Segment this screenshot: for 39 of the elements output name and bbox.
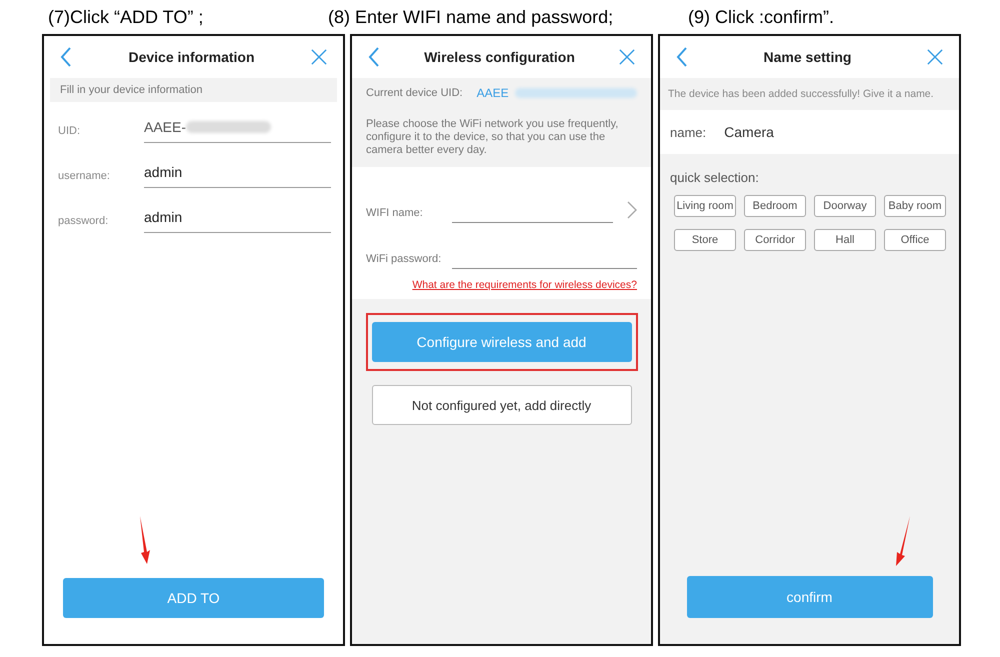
step-caption: (8) Enter WIFI name and password;	[328, 6, 614, 29]
back-icon[interactable]	[676, 47, 688, 67]
room-chip[interactable]: Living room	[674, 195, 736, 217]
name-field[interactable]: name: Camera	[660, 110, 959, 154]
screen-title: Name setting	[764, 49, 852, 65]
chevron-icon[interactable]	[627, 201, 637, 219]
uid-value: AAEE	[476, 86, 509, 100]
room-chip[interactable]: Baby room	[884, 195, 946, 217]
field-label: WIFI name:	[366, 207, 424, 221]
close-icon[interactable]	[618, 49, 635, 65]
input-field[interactable]: admin	[144, 157, 331, 188]
uid-label: Current device UID:	[366, 87, 463, 99]
section-label: quick selection:	[669, 169, 760, 187]
screen-title: Wireless configuration	[424, 49, 575, 65]
success-notice: The device has been added successfully! Give it a name.	[667, 87, 935, 102]
field-label: username:	[58, 170, 111, 184]
step-caption: (7)Click “ADD TO” ;	[47, 6, 204, 29]
requirements-link[interactable]: What are the requirements for wireless devices?	[412, 279, 637, 291]
close-icon[interactable]	[311, 49, 327, 65]
section-hint: Fill in your device information	[50, 78, 337, 102]
screen-title: Device information	[128, 49, 255, 65]
field-label: WiFi password:	[366, 253, 442, 267]
close-icon[interactable]	[926, 49, 943, 65]
room-chip[interactable]: Hall	[814, 229, 876, 251]
input-field[interactable]: admin	[144, 202, 331, 233]
room-chip[interactable]: Store	[674, 229, 736, 251]
room-chip[interactable]: Corridor	[744, 229, 806, 251]
input-field[interactable]: AAEE-	[144, 112, 331, 143]
room-chip[interactable]: Office	[884, 229, 946, 251]
intro-text: Please choose the WiFi network you use frequently, configure it to the device, so that you can use the camera better every day.	[366, 118, 620, 157]
back-icon[interactable]	[60, 47, 72, 67]
back-icon[interactable]	[368, 47, 380, 67]
field-label: UID:	[58, 125, 81, 139]
field-label: password:	[58, 215, 110, 229]
add-directly-button[interactable]: Not configured yet, add directly	[372, 385, 632, 425]
room-chip[interactable]: Doorway	[814, 195, 876, 217]
room-chip[interactable]: Bedroom	[744, 195, 806, 217]
step-caption: (9) Click :confirm”.	[687, 6, 834, 29]
arrow-icon	[138, 516, 152, 564]
